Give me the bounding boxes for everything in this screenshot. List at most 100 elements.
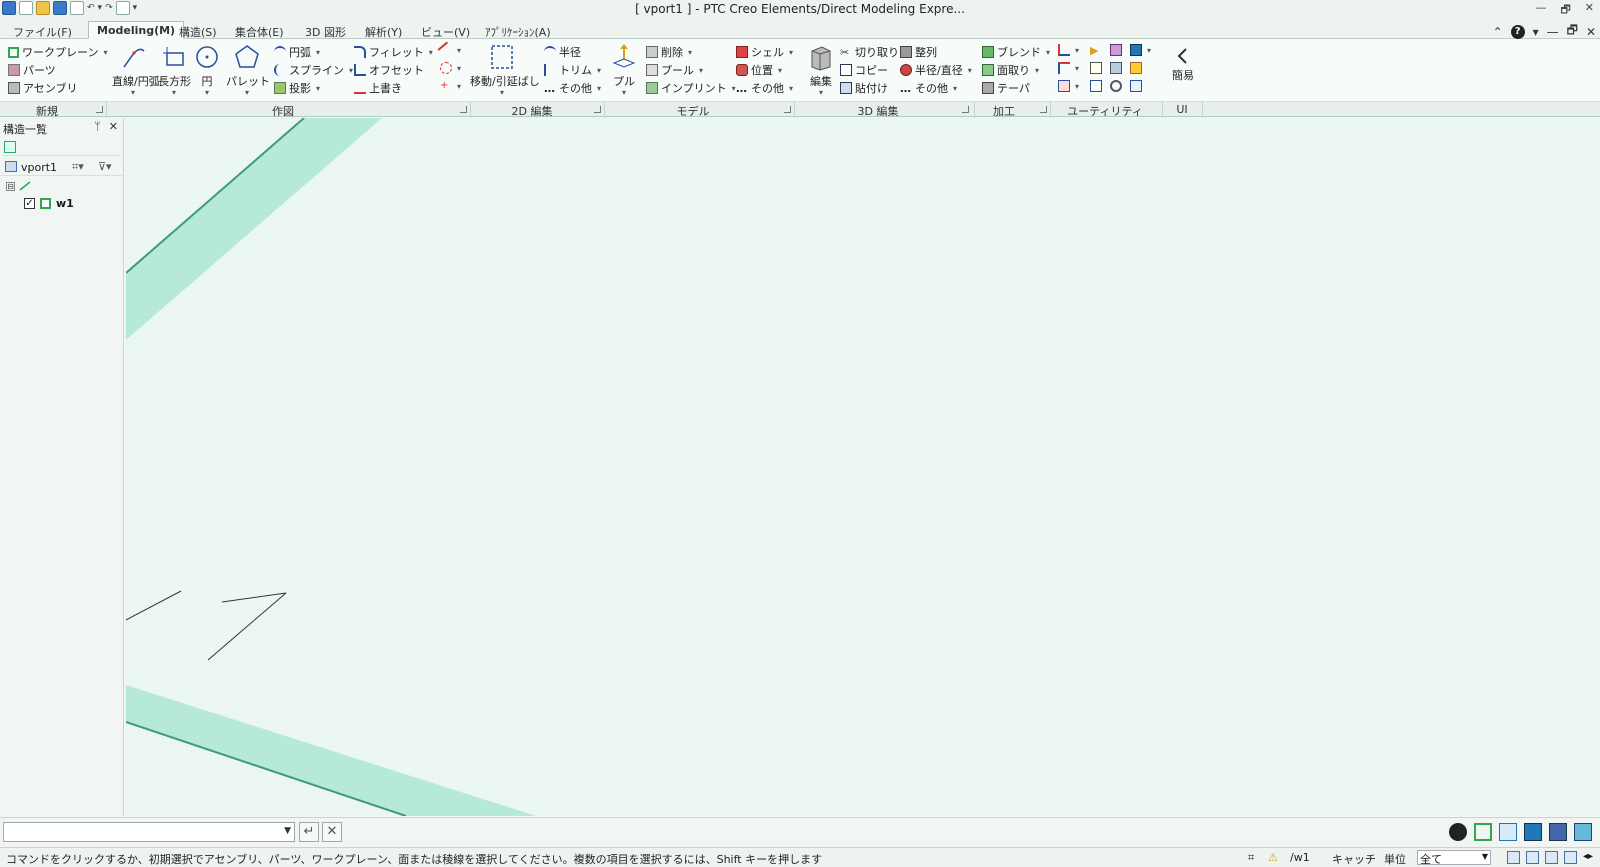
help-icon[interactable]: ? — [1510, 24, 1525, 39]
move-stretch-button[interactable]: 移動/引延ばし ▾ — [470, 43, 540, 97]
render-button[interactable] — [1130, 62, 1142, 74]
status-view-icon-4[interactable] — [1564, 851, 1577, 864]
pool-button[interactable]: プール ▾ — [646, 62, 703, 78]
color-button[interactable]: ▾ — [1130, 44, 1151, 56]
command-input[interactable]: ▼ — [3, 822, 295, 842]
command-history-dropdown-icon[interactable]: ▼ — [284, 826, 291, 836]
blend-button[interactable]: ブレンド ▾ — [982, 44, 1050, 60]
viewport-canvas[interactable] — [126, 118, 1600, 816]
tab-application[interactable]: ｱﾌﾟﾘｹｰｼｮﾝ(A) — [476, 21, 560, 39]
copy-button[interactable]: コピー — [840, 62, 888, 78]
command-cancel-button[interactable]: ✕ — [322, 822, 342, 842]
table-button[interactable] — [1130, 80, 1142, 92]
delete-button[interactable]: 削除 ▾ — [646, 44, 692, 60]
workplane-button[interactable]: ワークプレーン ▾ — [8, 44, 107, 60]
line-arc-button[interactable]: 直線/円弧 ▾ — [112, 43, 160, 97]
property-button[interactable] — [1090, 62, 1102, 74]
tab-analysis[interactable]: 解析(Y) — [356, 21, 411, 39]
panel-close-icon[interactable]: ✕ — [109, 120, 118, 133]
status-view-icon-1[interactable] — [1507, 851, 1520, 864]
pallet-button[interactable]: パレット ▾ — [226, 43, 270, 97]
group-launcher-new-icon[interactable] — [96, 106, 103, 113]
construction-circle-button[interactable]: ▾ — [440, 62, 461, 74]
pointer-button[interactable]: ▶ — [1090, 44, 1102, 57]
mirror-button[interactable] — [1090, 80, 1102, 92]
offset-button[interactable]: オフセット — [354, 62, 424, 78]
help-dropdown-icon[interactable]: ▾ — [1533, 25, 1539, 39]
group-launcher-draw-icon[interactable] — [460, 106, 467, 113]
tab-structure[interactable]: 構造(S) — [170, 21, 226, 39]
dimension-button[interactable]: ▾ — [1058, 62, 1079, 74]
group-launcher-edit2d-icon[interactable] — [594, 106, 601, 113]
process-other-button[interactable]: … その他 ▾ — [900, 80, 957, 96]
mdi-minimize-icon[interactable]: — — [1547, 25, 1559, 39]
rectangle-button[interactable]: 長方形 ▾ — [158, 43, 191, 97]
group-launcher-edit3d-icon[interactable] — [962, 106, 969, 113]
circle-button[interactable]: 円 ▾ — [194, 43, 220, 97]
binoculars-dropdown-icon[interactable]: ⌗▾ — [72, 160, 84, 174]
selection-filter-select[interactable]: 全て ▼ — [1417, 850, 1491, 866]
tab-file[interactable]: ファイル(F) — [4, 21, 81, 39]
view-direction-icon[interactable] — [1549, 823, 1567, 841]
shell-button[interactable]: シェル ▾ — [736, 44, 793, 60]
taper-button[interactable]: テーパ — [982, 80, 1030, 96]
render-mode-icon[interactable] — [1574, 823, 1592, 841]
graphics-viewport[interactable] — [126, 118, 1600, 816]
edit3d-other-button[interactable]: … その他 ▾ — [736, 80, 793, 96]
minimize-button[interactable]: — — [1535, 1, 1546, 20]
help-icon[interactable] — [1449, 823, 1467, 841]
construction-point-button[interactable]: + ▾ — [440, 80, 461, 92]
simple-button[interactable]: 簡易 — [1168, 47, 1198, 83]
catch-status[interactable]: キャッチ — [1332, 851, 1376, 867]
shaded-view-icon[interactable] — [1524, 823, 1542, 841]
edit2d-other-button[interactable]: … その他 ▾ — [544, 80, 601, 96]
arc-button[interactable]: 円弧 ▾ — [274, 44, 320, 60]
line-style-button[interactable]: ▾ — [437, 41, 461, 59]
overwrite-button[interactable]: 上書き — [354, 80, 402, 96]
viewport-name[interactable]: vport1 — [21, 161, 57, 174]
close-button[interactable]: ✕ — [1585, 1, 1594, 20]
restore-button[interactable]: 🗗 — [1560, 1, 1570, 20]
status-arrows-icon[interactable]: ◂▸ — [1583, 851, 1596, 864]
parts-button[interactable]: パーツ — [8, 62, 56, 78]
visibility-checkbox[interactable]: ✓ — [24, 198, 35, 209]
command-enter-button[interactable]: ↵ — [299, 822, 319, 842]
settings-button[interactable] — [1110, 80, 1122, 92]
projection-button[interactable]: 投影 ▾ — [274, 80, 320, 96]
tree-expander-icon[interactable]: ⊟ — [6, 181, 15, 191]
assembly-button[interactable]: アセンブリ — [8, 80, 77, 96]
tab-3d-shape[interactable]: 3D 図形 — [296, 21, 355, 39]
status-view-icon-2[interactable] — [1526, 851, 1539, 864]
group-launcher-model-icon[interactable] — [784, 106, 791, 113]
group-launcher-process-icon[interactable] — [1040, 106, 1047, 113]
tree-item-w1[interactable]: ✓ w1 — [24, 197, 74, 210]
warning-icon[interactable]: ⚠ — [1268, 851, 1278, 864]
pull-button[interactable]: プル ▾ — [610, 43, 638, 97]
tab-view[interactable]: ビュー(V) — [412, 21, 479, 39]
fit-view-icon[interactable] — [1474, 823, 1492, 841]
edit-button[interactable]: 編集 ▾ — [806, 43, 836, 97]
measure-button[interactable]: ▾ — [1058, 44, 1079, 56]
radius-button[interactable]: 半径 — [544, 44, 581, 60]
trim-button[interactable]: トリム ▾ — [544, 62, 601, 78]
inquire-button[interactable] — [1110, 62, 1122, 74]
filter-dropdown-icon[interactable]: ⊽▾ — [98, 160, 112, 173]
paste-button[interactable]: 貼付け — [840, 80, 888, 96]
tab-assembly[interactable]: 集合体(E) — [226, 21, 293, 39]
tree-view-icon[interactable] — [4, 141, 16, 153]
check-button[interactable] — [1110, 44, 1122, 56]
align-button[interactable]: 整列 — [900, 44, 937, 60]
chamfer-button[interactable]: 面取り ▾ — [982, 62, 1039, 78]
fillet-button[interactable]: フィレット ▾ — [354, 44, 433, 60]
position-button[interactable]: 位置 ▾ — [736, 62, 782, 78]
units-status[interactable]: 単位 — [1384, 851, 1406, 867]
collapse-ribbon-icon[interactable]: ⌃ — [1493, 25, 1503, 39]
imprint-button[interactable]: インプリント ▾ — [646, 80, 736, 96]
status-view-icon-3[interactable] — [1545, 851, 1558, 864]
spline-button[interactable]: スプライン ▾ — [274, 62, 353, 78]
mdi-close-icon[interactable]: ✕ — [1586, 25, 1596, 39]
cut-button[interactable]: ✂ 切り取り — [840, 44, 899, 60]
zoom-icon[interactable] — [1499, 823, 1517, 841]
pin-icon[interactable]: ᛘ — [94, 120, 101, 133]
current-workplane[interactable]: /w1 — [1290, 851, 1310, 864]
